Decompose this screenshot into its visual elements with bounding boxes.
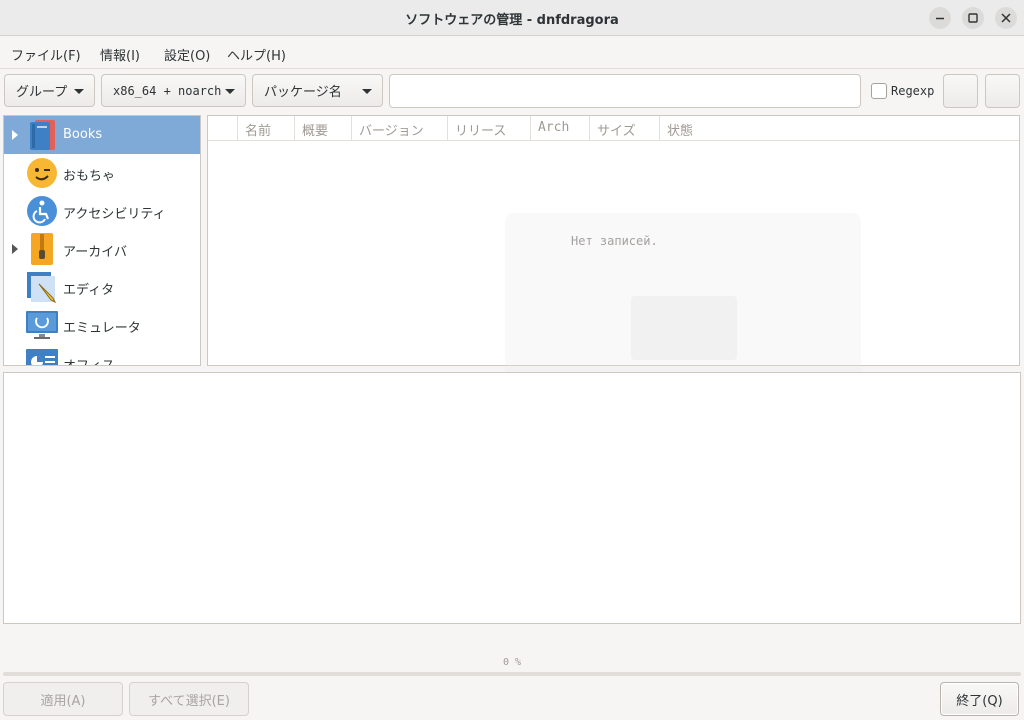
- menu-info[interactable]: 情報(I): [100, 45, 140, 64]
- progress-bar: [3, 672, 1021, 676]
- menu-file[interactable]: ファイル(F): [11, 45, 81, 64]
- books-icon: [30, 120, 55, 150]
- toys-icon: [27, 158, 57, 188]
- close-icon: [1001, 13, 1011, 23]
- menu-help[interactable]: ヘルプ(H): [227, 45, 286, 64]
- tree-item-label: オフィス: [63, 355, 115, 365]
- tree-item-label: エミュレータ: [63, 321, 141, 336]
- toolbar: グループ x86_64 + noarch パッケージ名 Regexp: [0, 70, 1024, 114]
- column-header-checkbox[interactable]: [208, 116, 238, 141]
- column-header-release[interactable]: リリース: [448, 116, 531, 141]
- arch-combo-value: x86_64 + noarch: [113, 83, 222, 98]
- search-field-combo-value: パッケージ名: [264, 85, 342, 100]
- column-header-size[interactable]: サイズ: [590, 116, 660, 141]
- minimize-button[interactable]: [929, 7, 951, 29]
- tree-item-label: アーカイバ: [63, 245, 127, 260]
- category-tree[interactable]: Books おもちゃ アクセシビリティ アーカイバ エディタ エミュレータ: [3, 115, 201, 366]
- column-header-summary[interactable]: 概要: [295, 116, 352, 141]
- column-header-version[interactable]: バージョン: [352, 116, 448, 141]
- ghost-panel: [631, 296, 737, 360]
- accessibility-icon: [27, 196, 57, 226]
- group-combo[interactable]: グループ: [4, 74, 95, 107]
- tree-item-archiver[interactable]: アーカイバ: [4, 230, 200, 268]
- office-icon: [26, 349, 58, 365]
- progress-label: 0 %: [502, 657, 522, 668]
- dropdown-arrow-icon: [225, 89, 235, 94]
- search-button[interactable]: [943, 74, 978, 108]
- column-header-status[interactable]: 状態: [660, 116, 1019, 141]
- expander-icon[interactable]: [12, 244, 18, 254]
- apply-button[interactable]: 適用(A): [3, 682, 123, 716]
- dropdown-arrow-icon: [362, 89, 372, 94]
- tree-item-accessibility[interactable]: アクセシビリティ: [4, 192, 200, 230]
- column-header-arch[interactable]: Arch: [531, 116, 590, 141]
- minimize-icon: [936, 17, 944, 20]
- clear-search-button[interactable]: [985, 74, 1020, 108]
- tree-item-label: アクセシビリティ: [63, 207, 166, 222]
- regexp-label: Regexp: [891, 84, 935, 98]
- group-combo-value: グループ: [16, 85, 68, 100]
- menu-bar: ファイル(F) 情報(I) 設定(O) ヘルプ(H): [0, 37, 1024, 69]
- menu-settings[interactable]: 設定(O): [164, 45, 210, 64]
- tree-item-editor[interactable]: エディタ: [4, 268, 200, 306]
- expander-icon[interactable]: [12, 130, 18, 140]
- editor-icon: [27, 272, 57, 304]
- tree-item-label: おもちゃ: [63, 169, 116, 184]
- search-input[interactable]: [389, 74, 861, 108]
- tree-item-office[interactable]: オフィス: [4, 344, 200, 365]
- select-all-button[interactable]: すべて選択(E): [129, 682, 249, 716]
- close-button[interactable]: [995, 7, 1017, 29]
- dropdown-arrow-icon: [74, 89, 84, 94]
- regexp-checkbox[interactable]: [871, 83, 887, 99]
- tree-item-toys[interactable]: おもちゃ: [4, 154, 200, 192]
- search-field-combo[interactable]: パッケージ名: [252, 74, 383, 107]
- tree-item-emulator[interactable]: エミュレータ: [4, 306, 200, 344]
- tree-item-label: Books: [63, 127, 103, 142]
- column-header-name[interactable]: 名前: [238, 116, 295, 141]
- arch-combo[interactable]: x86_64 + noarch: [101, 74, 246, 107]
- quit-button[interactable]: 終了(Q): [940, 682, 1019, 716]
- maximize-icon: [968, 13, 978, 23]
- title-bar: ソフトウェアの管理 - dnfdragora: [0, 0, 1024, 36]
- tree-item-books[interactable]: Books: [4, 116, 200, 154]
- emulator-icon: [26, 311, 58, 339]
- window-title: ソフトウェアの管理 - dnfdragora: [405, 13, 619, 28]
- archiver-icon: [31, 233, 53, 265]
- package-details-pane: [3, 372, 1021, 624]
- maximize-button[interactable]: [962, 7, 984, 29]
- tree-item-label: エディタ: [63, 283, 115, 298]
